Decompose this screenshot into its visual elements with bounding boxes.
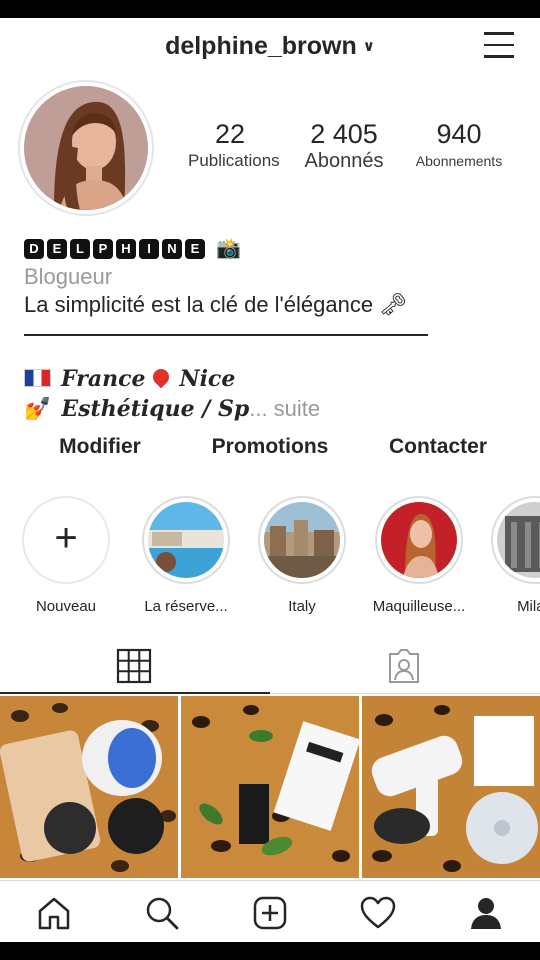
profile-icon[interactable] bbox=[468, 895, 504, 931]
contact-button[interactable]: Contacter bbox=[358, 426, 518, 468]
display-name-letter: D bbox=[24, 238, 44, 259]
display-name-letter: E bbox=[185, 238, 205, 259]
following-label: Abonnements bbox=[415, 153, 503, 169]
chevron-down-icon: ∨ bbox=[362, 38, 375, 55]
top-bar: delphine_brown ∨ bbox=[0, 18, 540, 78]
posts-label: Publications bbox=[188, 151, 280, 170]
hamburger-menu-icon[interactable] bbox=[484, 32, 516, 62]
stat-posts[interactable]: 22 Publications bbox=[188, 118, 280, 172]
following-count: 940 bbox=[436, 119, 482, 149]
avatar[interactable] bbox=[24, 86, 148, 210]
highlight-cover bbox=[148, 502, 224, 578]
post-thumbnail[interactable] bbox=[181, 696, 359, 878]
profile-category: Blogueur bbox=[24, 264, 113, 289]
username-switcher[interactable]: delphine_brown ∨ bbox=[0, 32, 540, 61]
tagged-person-icon[interactable] bbox=[386, 648, 422, 684]
display-name-letter: N bbox=[162, 238, 182, 259]
highlight-new[interactable]: + Nouveau bbox=[11, 496, 121, 615]
highlight-label: Nouveau bbox=[35, 598, 97, 615]
location-pin-icon bbox=[150, 365, 173, 389]
display-name-letter: I bbox=[139, 238, 159, 259]
edit-profile-button[interactable]: Modifier bbox=[18, 426, 182, 468]
post-thumbnail[interactable] bbox=[0, 696, 178, 878]
post-thumbnail[interactable] bbox=[362, 696, 540, 878]
bio-city: Nice bbox=[179, 366, 236, 392]
bio-divider bbox=[24, 334, 428, 336]
stat-followers[interactable]: 2 405 Abonnés bbox=[294, 118, 394, 172]
display-name-letter: E bbox=[47, 238, 67, 259]
home-icon[interactable] bbox=[36, 895, 72, 931]
bio-location: France Nice bbox=[24, 365, 236, 392]
username-label: delphine_brown bbox=[165, 32, 357, 60]
grid-icon[interactable] bbox=[116, 648, 152, 684]
search-icon[interactable] bbox=[144, 895, 180, 931]
heart-icon[interactable] bbox=[360, 895, 396, 931]
posts-grid bbox=[0, 696, 540, 878]
stat-following[interactable]: 940 Abonnements bbox=[406, 118, 512, 172]
display-name-letter: L bbox=[70, 238, 90, 259]
profile-screen: delphine_brown ∨ 22 Publications 2 405 Ab… bbox=[0, 18, 540, 942]
highlight-item[interactable]: La réserve... bbox=[131, 496, 241, 615]
new-post-icon[interactable] bbox=[252, 895, 288, 931]
display-name: D E L P H I N E 📸 bbox=[24, 236, 241, 261]
followers-label: Abonnés bbox=[304, 150, 384, 172]
profile-tabs bbox=[0, 640, 540, 698]
highlight-item[interactable]: Maquilleuse... bbox=[364, 496, 474, 615]
highlight-item[interactable]: Italy bbox=[247, 496, 357, 615]
highlight-cover bbox=[381, 502, 457, 578]
bio-more-link[interactable]: ... suite bbox=[249, 396, 320, 421]
nail-polish-icon: 💅 bbox=[24, 396, 52, 422]
followers-count: 2 405 bbox=[310, 119, 378, 149]
highlight-cover bbox=[497, 502, 540, 578]
posts-count: 22 bbox=[214, 119, 246, 149]
display-name-letter: P bbox=[93, 238, 113, 259]
display-name-letter: H bbox=[116, 238, 136, 259]
bottom-navigation bbox=[0, 880, 540, 942]
highlight-label: Milan bbox=[517, 598, 540, 615]
bio-tagline: La simplicité est la clé de l'élégance 🗝 bbox=[24, 292, 408, 317]
bio-country: France bbox=[61, 366, 146, 392]
highlight-label: Italy bbox=[288, 598, 316, 615]
camera-emoji: 📸 bbox=[216, 238, 241, 260]
promotions-button[interactable]: Promotions bbox=[186, 426, 354, 468]
highlight-item[interactable]: Milan bbox=[480, 496, 540, 615]
plus-icon: + bbox=[54, 516, 78, 560]
highlight-cover bbox=[264, 502, 340, 578]
highlight-label: Maquilleuse... bbox=[372, 598, 466, 615]
tab-divider bbox=[270, 693, 540, 694]
bio-activity-text: Esthétique / Sp bbox=[61, 396, 250, 422]
active-tab-indicator bbox=[0, 692, 270, 694]
bio-activity: 💅 Esthétique / Sp... suite bbox=[24, 396, 320, 422]
highlight-label: La réserve... bbox=[144, 598, 228, 615]
france-flag-icon bbox=[24, 369, 51, 387]
